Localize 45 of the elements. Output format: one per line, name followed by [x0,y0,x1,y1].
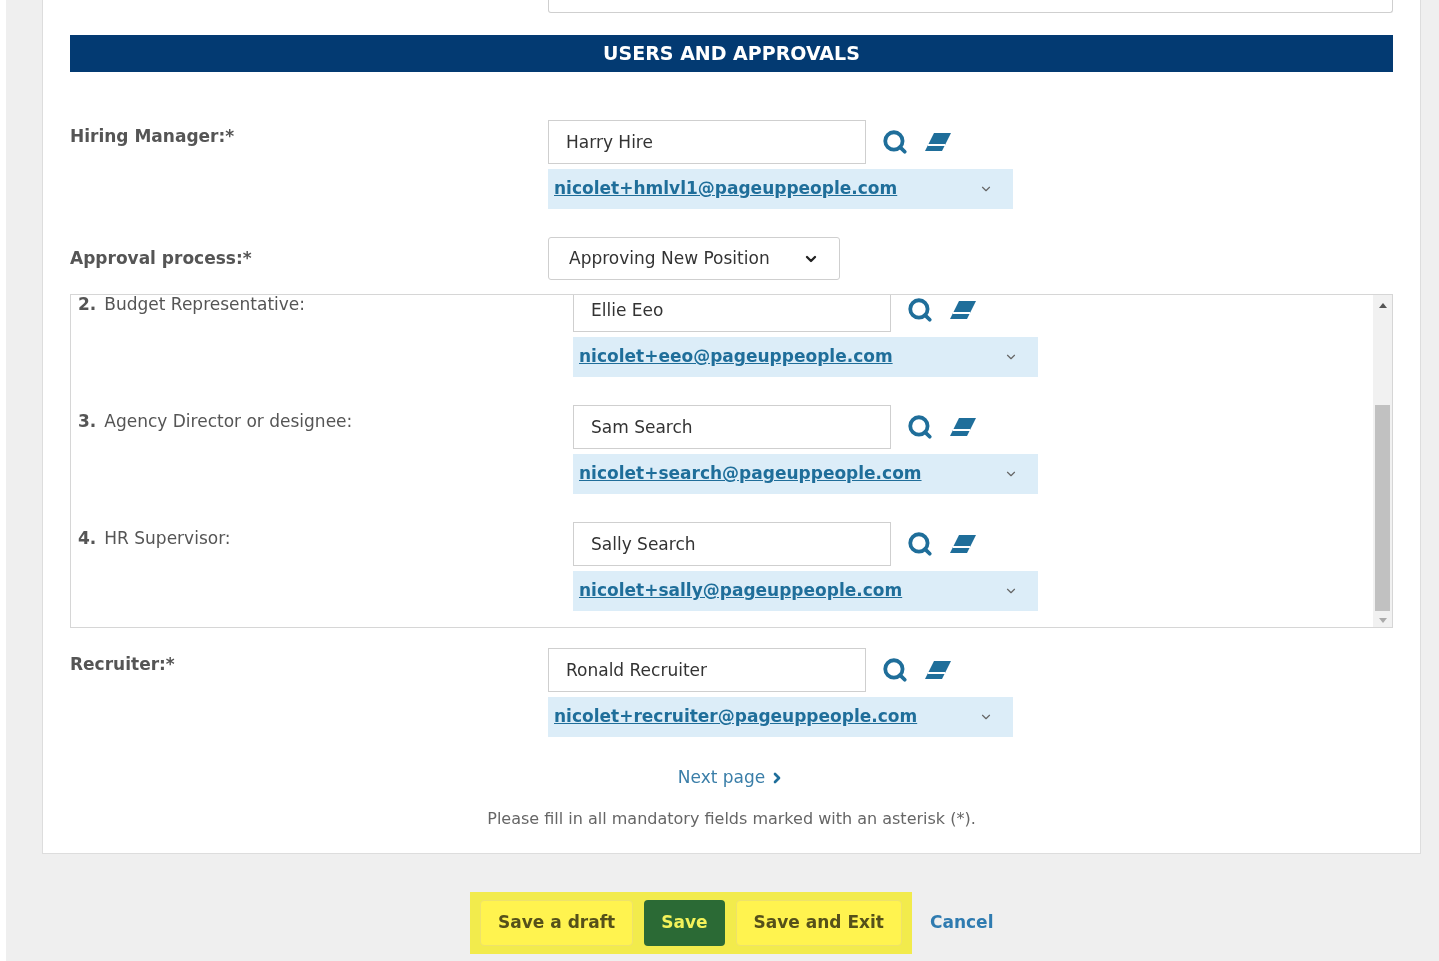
scrollbar-thumb[interactable] [1375,405,1390,611]
eraser-icon[interactable] [949,534,977,554]
eraser-icon[interactable] [949,417,977,437]
step-number: 2. [78,295,97,316]
approver-label: HR Supervisor: [104,527,231,550]
email-dropdown[interactable]: nicolet+recruiter@pageuppeople.com [548,697,1013,737]
save-button[interactable]: Save and Exit [735,899,902,946]
field-label: Recruiter:* [70,653,176,676]
name-field[interactable]: Ellie Eeo [573,295,891,332]
field-label: Approval process:* [70,246,253,270]
email-link[interactable]: nicolet+hmlvl1@pageuppeople.com [554,176,898,202]
cancel-link[interactable]: Cancel [929,909,994,936]
eraser-icon[interactable] [924,660,952,680]
approver-label: Budget Representative: [104,295,306,316]
search-icon[interactable] [907,531,933,557]
step-number: 3. [78,410,97,433]
email-dropdown[interactable]: nicolet+sally@pageuppeople.com [573,571,1038,611]
scroll-up-icon[interactable] [1378,303,1387,308]
save-button[interactable]: Save a draft [480,899,634,946]
approval-process-select[interactable]: Approving New Position [548,237,840,280]
name-field[interactable]: Ronald Recruiter [548,648,866,692]
eraser-icon[interactable] [924,132,952,152]
email-link[interactable]: nicolet+eeo@pageuppeople.com [579,344,893,370]
save-button[interactable]: Save [644,899,725,946]
approver-label: Agency Director or designee: [104,410,353,433]
email-dropdown[interactable]: nicolet+hmlvl1@pageuppeople.com [548,169,1013,209]
next-page-link[interactable]: Next page [677,765,786,791]
step-number: 4. [78,527,97,550]
search-icon[interactable] [907,414,933,440]
email-link[interactable]: nicolet+recruiter@pageuppeople.com [554,704,918,730]
scrollbar[interactable] [1373,295,1392,627]
email-dropdown[interactable]: nicolet+search@pageuppeople.com [573,454,1038,494]
field-label: Hiring Manager:* [70,125,236,148]
name-field[interactable]: Harry Hire [548,120,866,164]
email-link[interactable]: nicolet+search@pageuppeople.com [579,461,922,487]
email-dropdown[interactable]: nicolet+eeo@pageuppeople.com [573,337,1038,377]
name-field[interactable]: Sally Search [573,522,891,566]
email-link[interactable]: nicolet+sally@pageuppeople.com [579,578,903,604]
eraser-icon[interactable] [949,300,977,320]
search-icon[interactable] [882,657,908,683]
search-icon[interactable] [882,129,908,155]
search-icon[interactable] [907,297,933,323]
name-field[interactable]: Sam Search [573,405,891,449]
mandatory-note: Please fill in all mandatory fields marked with an asterisk (*). [487,807,976,830]
section-title: USERS AND APPROVALS [603,41,860,67]
